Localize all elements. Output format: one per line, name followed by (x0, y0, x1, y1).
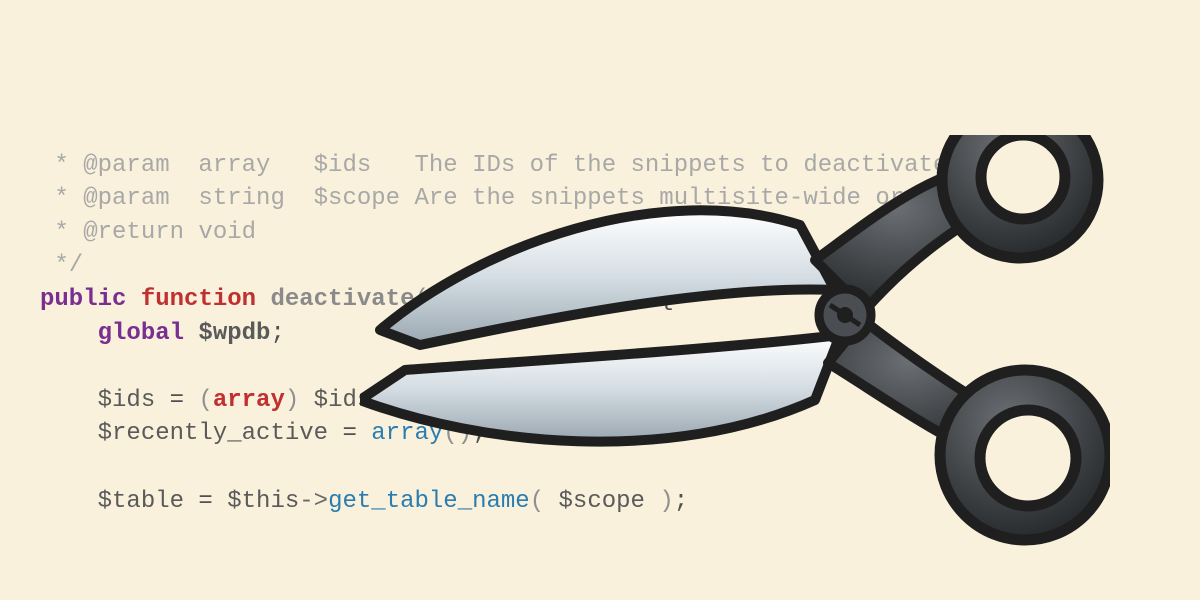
doc-comment-line-1: * @param array $ids The IDs of the snipp… (40, 152, 947, 179)
doc-comment-end: */ (40, 252, 83, 279)
doc-comment-line-3: * @return void (40, 219, 256, 246)
code-line-global: global $wpdb; (40, 320, 285, 347)
code-line-table: $table = $this->get_table_name( $scope )… (40, 488, 688, 515)
code-line-cast: $ids = (array) $ids; (40, 387, 386, 414)
php-code-block: * @param array $ids The IDs of the snipp… (40, 115, 1063, 518)
code-line-signature: public function deactivate( $ids, $scope… (40, 286, 674, 313)
doc-comment-line-2: * @param string $scope Are the snippets … (40, 185, 1063, 212)
code-line-array-init: $recently_active = array(); (40, 420, 487, 447)
